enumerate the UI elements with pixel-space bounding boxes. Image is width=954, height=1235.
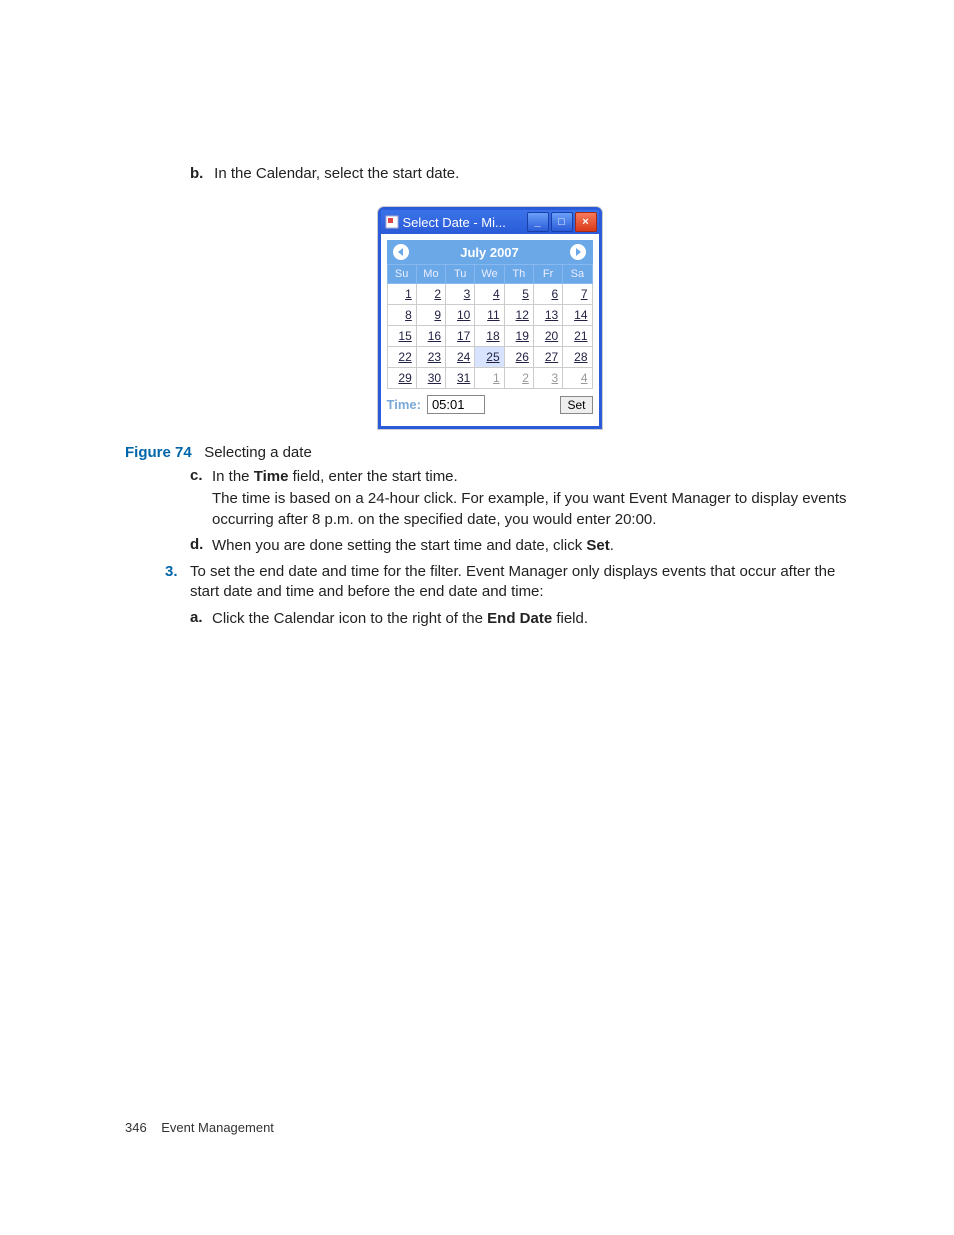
calendar-day[interactable]: 14 <box>563 305 592 326</box>
calendar-day[interactable]: 19 <box>504 326 533 347</box>
calendar-day[interactable]: 3 <box>446 284 475 305</box>
calendar-day[interactable]: 4 <box>475 284 504 305</box>
day-header: We <box>475 265 504 284</box>
calendar-day[interactable]: 1 <box>475 368 504 389</box>
calendar-day[interactable]: 23 <box>416 347 445 368</box>
calendar-day[interactable]: 11 <box>475 305 504 326</box>
time-input[interactable] <box>427 395 485 414</box>
close-button[interactable]: × <box>575 212 597 232</box>
calendar-day[interactable]: 2 <box>504 368 533 389</box>
calendar-day[interactable]: 20 <box>533 326 562 347</box>
step-d: d. When you are done setting the start t… <box>190 536 854 556</box>
set-button[interactable]: Set <box>560 396 592 414</box>
calendar-week: 1234567 <box>387 284 592 305</box>
month-label: July 2007 <box>460 245 519 260</box>
day-header: Tu <box>446 265 475 284</box>
day-header: Sa <box>563 265 592 284</box>
select-date-dialog: Select Date - Mi... _ □ × July 2007 SuMo… <box>378 207 602 429</box>
calendar-day[interactable]: 17 <box>446 326 475 347</box>
step-3: 3. To set the end date and time for the … <box>165 562 854 603</box>
step-3a: a. Click the Calendar icon to the right … <box>190 609 854 629</box>
step-b: b. In the Calendar, select the start dat… <box>190 165 854 182</box>
step-c-marker: c. <box>190 467 203 484</box>
calendar-day[interactable]: 8 <box>387 305 416 326</box>
figure-screenshot: Select Date - Mi... _ □ × July 2007 SuMo… <box>125 207 854 429</box>
time-row: Time: Set <box>387 395 593 414</box>
step-d-marker: d. <box>190 536 203 553</box>
calendar-day[interactable]: 21 <box>563 326 592 347</box>
step-3-marker: 3. <box>165 562 178 582</box>
month-nav: July 2007 <box>387 240 593 264</box>
calendar-day[interactable]: 13 <box>533 305 562 326</box>
calendar-day[interactable]: 2 <box>416 284 445 305</box>
dialog-title: Select Date - Mi... <box>403 215 525 230</box>
day-header-row: SuMoTuWeThFrSa <box>387 265 592 284</box>
minimize-button[interactable]: _ <box>527 212 549 232</box>
figure-caption-text: Selecting a date <box>204 444 312 461</box>
calendar-day[interactable]: 31 <box>446 368 475 389</box>
section-name: Event Management <box>161 1120 274 1135</box>
day-header: Fr <box>533 265 562 284</box>
calendar-day[interactable]: 28 <box>563 347 592 368</box>
calendar-day[interactable]: 15 <box>387 326 416 347</box>
calendar-day[interactable]: 18 <box>475 326 504 347</box>
time-label: Time: <box>387 397 421 412</box>
calendar-day[interactable]: 26 <box>504 347 533 368</box>
calendar-day[interactable]: 9 <box>416 305 445 326</box>
page-footer: 346 Event Management <box>125 1120 274 1135</box>
calendar-day[interactable]: 5 <box>504 284 533 305</box>
step-3-text: To set the end date and time for the fil… <box>190 563 835 600</box>
calendar-day[interactable]: 7 <box>563 284 592 305</box>
page-number: 346 <box>125 1120 147 1135</box>
calendar-day[interactable]: 3 <box>533 368 562 389</box>
calendar-day[interactable]: 4 <box>563 368 592 389</box>
day-header: Su <box>387 265 416 284</box>
calendar-day[interactable]: 6 <box>533 284 562 305</box>
calendar-grid: SuMoTuWeThFrSa 1234567891011121314151617… <box>387 264 593 389</box>
calendar-week: 15161718192021 <box>387 326 592 347</box>
calendar-week: 891011121314 <box>387 305 592 326</box>
calendar-day[interactable]: 12 <box>504 305 533 326</box>
step-3a-marker: a. <box>190 609 203 626</box>
prev-month-icon[interactable] <box>393 244 409 260</box>
calendar-week: 22232425262728 <box>387 347 592 368</box>
step-b-marker: b. <box>190 165 210 182</box>
next-month-icon[interactable] <box>570 244 586 260</box>
titlebar: Select Date - Mi... _ □ × <box>381 210 599 234</box>
maximize-button[interactable]: □ <box>551 212 573 232</box>
calendar-day[interactable]: 25 <box>475 347 504 368</box>
app-icon <box>385 215 399 229</box>
figure-label: Figure 74 <box>125 444 192 461</box>
step-c: c. In the Time field, enter the start ti… <box>190 467 854 530</box>
calendar-week: 2930311234 <box>387 368 592 389</box>
calendar-day[interactable]: 1 <box>387 284 416 305</box>
calendar-day[interactable]: 16 <box>416 326 445 347</box>
day-header: Mo <box>416 265 445 284</box>
calendar-day[interactable]: 22 <box>387 347 416 368</box>
step-b-text: In the Calendar, select the start date. <box>214 165 459 182</box>
calendar-day[interactable]: 30 <box>416 368 445 389</box>
calendar-day[interactable]: 10 <box>446 305 475 326</box>
calendar-day[interactable]: 24 <box>446 347 475 368</box>
day-header: Th <box>504 265 533 284</box>
calendar-day[interactable]: 27 <box>533 347 562 368</box>
calendar-body: 1234567891011121314151617181920212223242… <box>387 284 592 389</box>
step-c-line2: The time is based on a 24-hour click. Fo… <box>212 489 854 530</box>
calendar-day[interactable]: 29 <box>387 368 416 389</box>
figure-caption: Figure 74 Selecting a date <box>125 444 854 461</box>
